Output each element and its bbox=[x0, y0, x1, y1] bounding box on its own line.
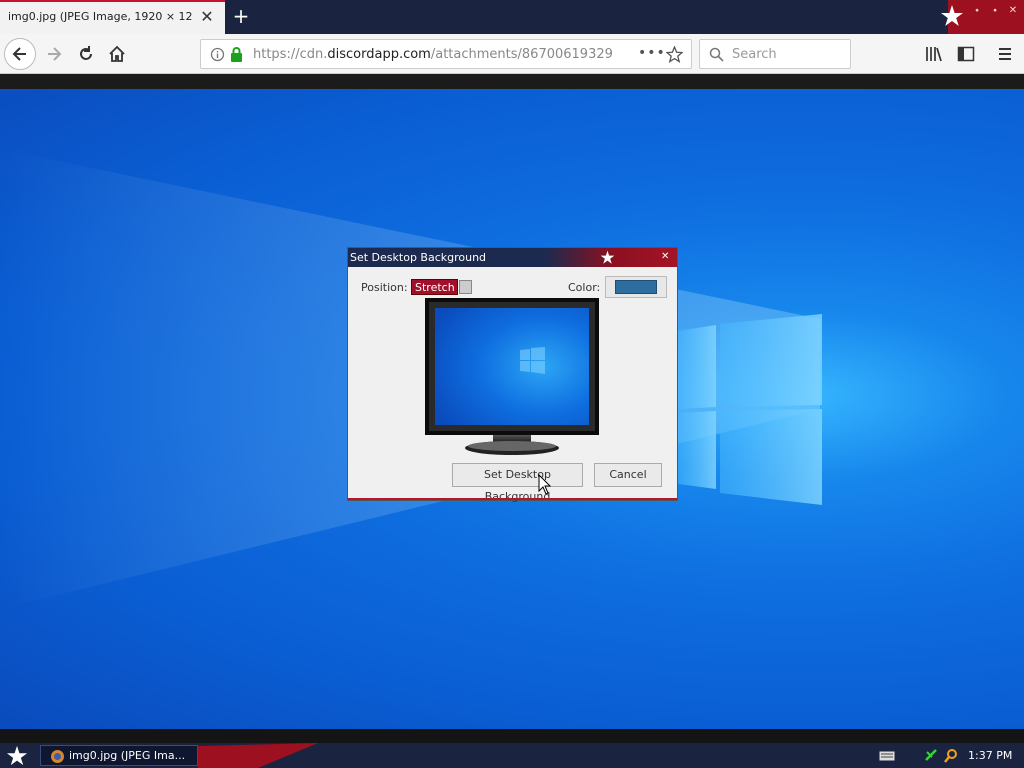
taskbar: img0.jpg (JPEG Ima... 1:37 PM bbox=[0, 743, 1024, 768]
forward-button[interactable] bbox=[38, 38, 70, 70]
browser-border bbox=[0, 74, 1024, 89]
keyboard-icon[interactable] bbox=[879, 751, 895, 761]
back-arrow-icon bbox=[12, 47, 26, 61]
position-value: Stretch bbox=[415, 281, 455, 294]
taskbar-decoration bbox=[198, 743, 318, 768]
forward-arrow-icon bbox=[48, 47, 62, 61]
set-desktop-background-button[interactable]: Set Desktop Background bbox=[452, 463, 583, 503]
bookmark-star-icon[interactable] bbox=[666, 46, 683, 63]
url-text: https://cdn.discordapp.com/attachments/8… bbox=[253, 47, 613, 62]
taskbar-item-firefox[interactable]: img0.jpg (JPEG Ima... bbox=[40, 745, 198, 766]
maximize-icon[interactable]: ⬩ bbox=[988, 4, 1002, 18]
navigation-bar: https://cdn.discordapp.com/attachments/8… bbox=[0, 34, 1024, 74]
url-bar[interactable]: https://cdn.discordapp.com/attachments/8… bbox=[200, 39, 692, 69]
sidebar-icon[interactable] bbox=[957, 45, 975, 63]
star-logo-icon bbox=[941, 5, 963, 26]
search-icon bbox=[709, 47, 724, 62]
position-dropdown-arrow-icon[interactable] bbox=[459, 280, 472, 294]
cancel-button[interactable]: Cancel bbox=[594, 463, 662, 487]
close-window-icon[interactable]: ✕ bbox=[1006, 4, 1020, 18]
url-prefix: https://cdn. bbox=[253, 47, 328, 62]
home-button[interactable] bbox=[101, 38, 133, 70]
tab-title: img0.jpg (JPEG Image, 1920 × 1200 pi bbox=[8, 10, 193, 23]
reload-button[interactable] bbox=[70, 38, 102, 70]
back-button[interactable] bbox=[4, 38, 36, 70]
app-icon bbox=[51, 750, 64, 763]
url-path: /attachments/867006193293328 bbox=[430, 47, 613, 62]
color-swatch bbox=[615, 280, 657, 294]
tab-active[interactable]: img0.jpg (JPEG Image, 1920 × 1200 pi ✕ bbox=[0, 0, 225, 34]
tab-close-icon[interactable]: ✕ bbox=[198, 8, 216, 26]
search-box[interactable]: Search bbox=[699, 39, 851, 69]
monitor-preview bbox=[425, 298, 599, 455]
tab-strip: img0.jpg (JPEG Image, 1920 × 1200 pi ✕ +… bbox=[0, 0, 1024, 34]
star-logo-icon bbox=[600, 250, 615, 264]
network-icon[interactable] bbox=[924, 748, 938, 762]
search-placeholder: Search bbox=[732, 47, 777, 62]
reload-icon bbox=[80, 46, 92, 60]
dialog-bottom-border bbox=[348, 498, 677, 500]
position-label: Position: bbox=[361, 281, 408, 294]
position-select[interactable]: Stretch bbox=[411, 279, 458, 295]
clock: 1:37 PM bbox=[968, 749, 1013, 762]
menu-icon[interactable] bbox=[996, 45, 1014, 63]
start-menu-star-icon[interactable] bbox=[6, 745, 28, 767]
taskbar-border bbox=[0, 729, 1024, 743]
url-domain: discordapp.com bbox=[327, 47, 431, 62]
library-icon[interactable] bbox=[925, 45, 943, 63]
home-icon bbox=[109, 45, 125, 62]
taskbar-item-label: img0.jpg (JPEG Ima... bbox=[69, 749, 186, 762]
minimize-icon[interactable]: ⬩ bbox=[970, 4, 984, 18]
search-tray-icon[interactable] bbox=[944, 748, 958, 763]
mouse-cursor-icon bbox=[538, 474, 552, 495]
color-label: Color: bbox=[568, 281, 601, 294]
dialog-titlebar[interactable]: Set Desktop Background ✕ bbox=[348, 248, 677, 267]
page-actions-icon[interactable]: ••• bbox=[638, 45, 666, 61]
lock-icon bbox=[231, 47, 242, 62]
color-picker-button[interactable] bbox=[605, 276, 667, 298]
set-desktop-background-dialog: Set Desktop Background ✕ Position: Stret… bbox=[347, 247, 678, 503]
dialog-close-icon[interactable]: ✕ bbox=[661, 251, 669, 262]
dialog-title: Set Desktop Background bbox=[350, 251, 487, 264]
new-tab-icon[interactable]: + bbox=[231, 5, 251, 27]
info-icon[interactable] bbox=[210, 47, 225, 62]
